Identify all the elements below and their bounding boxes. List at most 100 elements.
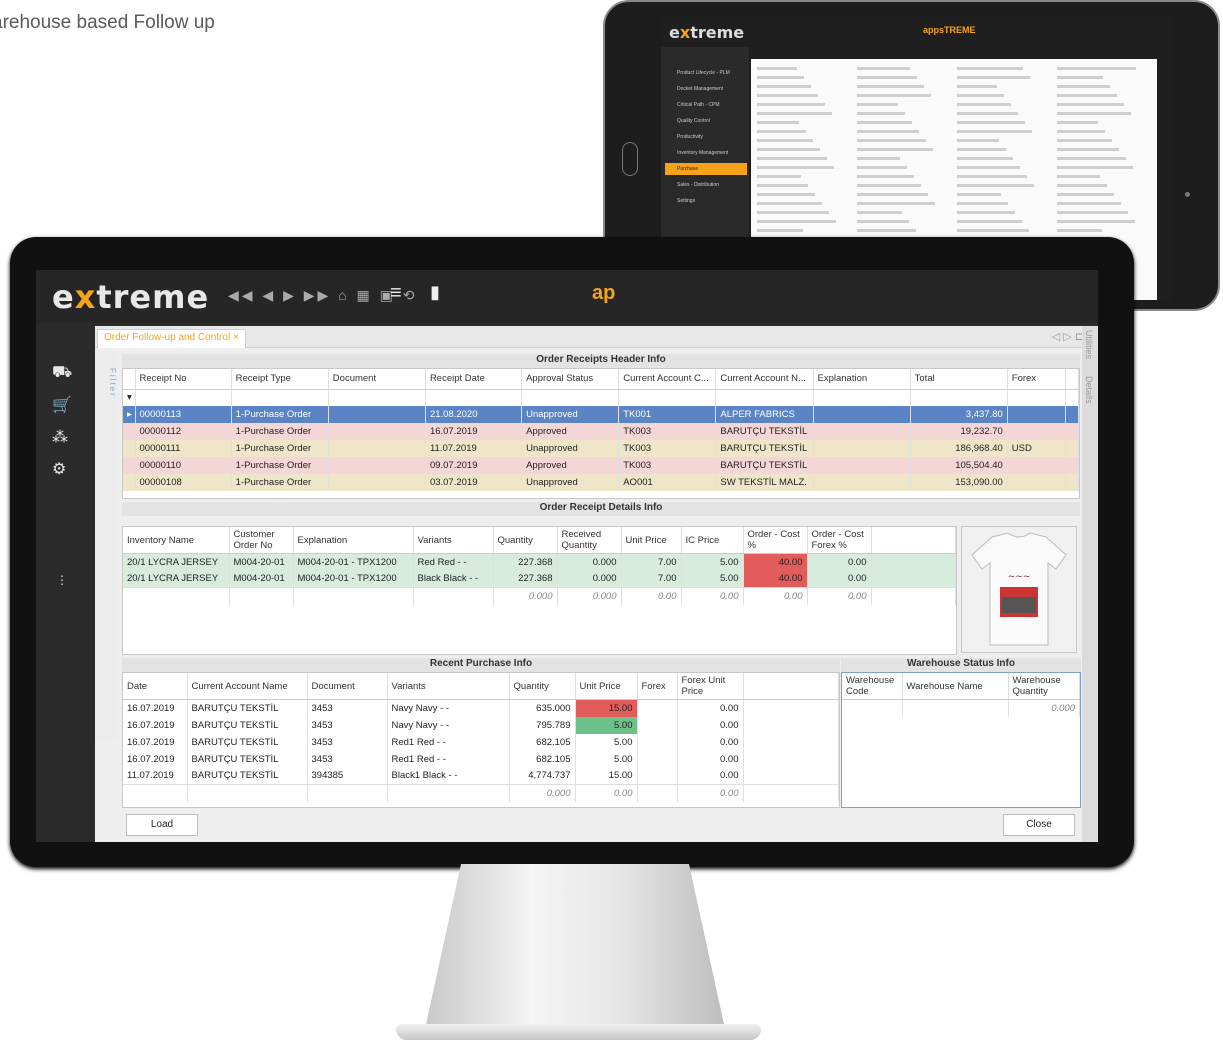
- tablet-menu-item[interactable]: Productivity: [665, 131, 747, 143]
- column-header[interactable]: Current Account N...: [715, 369, 814, 390]
- table-cell: [637, 767, 678, 785]
- table-row[interactable]: 00000111 1-Purchase Order 11.07.2019 Unappr…: [123, 440, 1079, 457]
- tablet-menu-item[interactable]: Purchase: [665, 163, 747, 175]
- filter-cell[interactable]: ▾: [123, 389, 136, 406]
- tablet-list-line: [1057, 211, 1128, 214]
- column-header[interactable]: Forex Unit Price: [677, 673, 744, 700]
- filter-cell[interactable]: [425, 389, 523, 406]
- tablet-list-line: [957, 220, 1022, 223]
- column-header[interactable]: Inventory Name: [123, 527, 230, 554]
- table-cell: 0.00: [677, 767, 744, 785]
- table-cell: 227.368: [493, 553, 558, 571]
- tablet-list-line: [757, 193, 815, 196]
- column-header[interactable]: Current Account C...: [618, 369, 717, 390]
- table-row[interactable]: 16.07.2019 BARUTÇU TEKSTİL 3453 Navy Navy -…: [123, 716, 839, 734]
- filter-cell[interactable]: [521, 389, 620, 406]
- table-cell: 16.07.2019: [123, 750, 188, 768]
- column-header[interactable]: Unit Price: [621, 527, 682, 554]
- menu-icon[interactable]: ≡: [390, 282, 402, 305]
- table-cell: M004-20-01 - TPX1200: [293, 553, 414, 571]
- filter-cell[interactable]: [813, 389, 911, 406]
- table-row[interactable]: 00000108 1-Purchase Order 03.07.2019 Unappr…: [123, 474, 1079, 491]
- column-header[interactable]: Explanation: [293, 527, 414, 554]
- column-header[interactable]: Quantity: [509, 673, 576, 700]
- column-header[interactable]: Forex: [1007, 369, 1066, 390]
- filter-cell[interactable]: [1007, 389, 1066, 406]
- filter-panel-toggle[interactable]: Filter: [95, 350, 117, 740]
- cell-spacer: [743, 750, 839, 768]
- table-row[interactable]: 00000112 1-Purchase Order 16.07.2019 Approv…: [123, 423, 1079, 440]
- table-row[interactable]: 16.07.2019 BARUTÇU TEKSTİL 3453 Red1 Red - …: [123, 733, 839, 751]
- column-header[interactable]: Receipt Type: [231, 369, 329, 390]
- receipts-header-grid: Receipt No Receipt Type Document Receipt Da…: [122, 368, 1080, 499]
- column-header[interactable]: Document: [328, 369, 426, 390]
- column-header[interactable]: Received Quantity: [557, 527, 622, 554]
- tablet-menu-item[interactable]: Settings: [665, 195, 747, 207]
- table-cell: BARUTÇU TEKSTİL: [715, 457, 814, 474]
- utilities-tab[interactable]: Utilities: [1084, 330, 1094, 359]
- tablet-menu-item[interactable]: Product Lifecycle - PLM: [665, 67, 747, 79]
- filter-cell[interactable]: [231, 389, 329, 406]
- close-button[interactable]: Close: [1003, 814, 1075, 836]
- filter-cell[interactable]: [618, 389, 717, 406]
- cart-icon[interactable]: 🛒: [52, 395, 72, 415]
- column-header[interactable]: Variants: [387, 673, 510, 700]
- tab-order-follow-up[interactable]: Order Follow-up and Control ×: [97, 329, 246, 348]
- gear-icon[interactable]: ⚙: [52, 459, 66, 479]
- column-header[interactable]: Approval Status: [521, 369, 620, 390]
- table-row[interactable]: 11.07.2019 BARUTÇU TEKSTİL 394385 Black1 Bl…: [123, 767, 839, 785]
- filter-cell[interactable]: [328, 389, 426, 406]
- filter-cell[interactable]: [1065, 389, 1079, 406]
- tablet-menu-item[interactable]: Sales - Distribution: [665, 179, 747, 191]
- load-button[interactable]: Load: [126, 814, 198, 836]
- tablet-list-line: [757, 76, 804, 79]
- tablet-list-line: [1057, 94, 1117, 97]
- column-header[interactable]: Customer Order No: [229, 527, 294, 554]
- bookmark-icon[interactable]: ▮: [430, 282, 440, 303]
- filter-cell[interactable]: [910, 389, 1008, 406]
- column-header[interactable]: Receipt No: [135, 369, 232, 390]
- table-row[interactable]: 00000110 1-Purchase Order 09.07.2019 Approv…: [123, 457, 1079, 474]
- filter-cell[interactable]: [715, 389, 814, 406]
- tablet-menu-item[interactable]: Critical Path - CPM: [665, 99, 747, 111]
- column-header[interactable]: Total: [910, 369, 1008, 390]
- tablet-list-line: [1057, 130, 1105, 133]
- column-header[interactable]: Warehouse Name: [902, 673, 1009, 700]
- column-header[interactable]: Current Account Name: [187, 673, 308, 700]
- column-header[interactable]: Receipt Date: [425, 369, 523, 390]
- column-header[interactable]: Warehouse Quantity: [1008, 673, 1080, 700]
- column-header[interactable]: Explanation: [813, 369, 911, 390]
- filter-row[interactable]: ▾: [123, 389, 1079, 406]
- column-header[interactable]: Forex: [637, 673, 678, 700]
- table-row[interactable]: 16.07.2019 BARUTÇU TEKSTİL 3453 Red1 Red - …: [123, 750, 839, 768]
- more-icon[interactable]: ⋮: [56, 573, 68, 587]
- column-header[interactable]: Variants: [413, 527, 494, 554]
- tablet-list-line: [757, 175, 801, 178]
- column-header[interactable]: Date: [123, 673, 188, 700]
- column-header[interactable]: Quantity: [493, 527, 558, 554]
- table-cell: 0.000: [557, 553, 622, 571]
- tab-close-icon[interactable]: ×: [233, 332, 239, 343]
- table-cell: 00000111: [135, 440, 232, 457]
- column-header[interactable]: Warehouse Code: [842, 673, 903, 700]
- column-header[interactable]: IC Price: [681, 527, 744, 554]
- tablet-menu-item[interactable]: Quality Control: [665, 115, 747, 127]
- tablet-list-line: [957, 175, 1027, 178]
- tablet-menu-item[interactable]: Docket Management: [665, 83, 747, 95]
- column-header[interactable]: Unit Price: [575, 673, 638, 700]
- filter-cell[interactable]: [135, 389, 232, 406]
- details-tab[interactable]: Details: [1084, 376, 1094, 404]
- column-header[interactable]: Order - Cost Forex %: [807, 527, 872, 554]
- tablet-list-line: [857, 130, 919, 133]
- table-row[interactable]: 16.07.2019 BARUTÇU TEKSTİL 3453 Navy Navy -…: [123, 699, 839, 717]
- table-row[interactable]: 20/1 LYCRA JERSEY M004-20-01 M004-20-01 - …: [123, 570, 956, 588]
- tab-nav-icons[interactable]: ◁ ▷ ⊏: [1052, 330, 1084, 343]
- tablet-menu-item[interactable]: Inventory Management: [665, 147, 747, 159]
- table-row[interactable]: ▸ 00000113 1-Purchase Order 21.08.2020 Unapp…: [123, 406, 1079, 423]
- column-header[interactable]: Document: [307, 673, 388, 700]
- table-row[interactable]: 20/1 LYCRA JERSEY M004-20-01 M004-20-01 - …: [123, 553, 956, 571]
- forklift-icon[interactable]: ⛟: [52, 363, 72, 383]
- network-icon[interactable]: ⁂: [52, 427, 68, 447]
- tablet-list-line: [957, 67, 1023, 70]
- column-header[interactable]: Order - Cost %: [743, 527, 808, 554]
